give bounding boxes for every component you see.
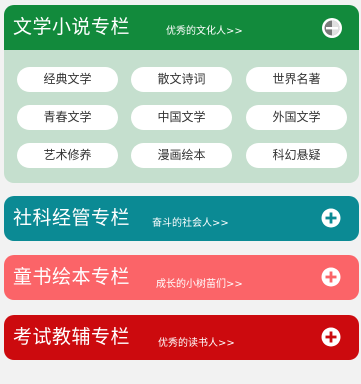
section-social-science[interactable]: 社科经管专栏 奋斗的社会人>> <box>4 196 359 241</box>
section-children-books[interactable]: 童书绘本专栏 成长的小树苗们>> <box>4 255 359 300</box>
section-header[interactable]: 文学小说专栏 优秀的文化人>> <box>4 5 359 50</box>
section-subtitle[interactable]: 优秀的读书人>> <box>158 321 235 360</box>
tag-item[interactable]: 外国文学 <box>246 105 347 130</box>
tag-item[interactable]: 经典文学 <box>17 67 118 92</box>
section-title: 考试教辅专栏 <box>13 326 131 348</box>
tag-item[interactable]: 艺术修养 <box>17 143 118 168</box>
plus-circle-icon[interactable] <box>321 208 341 228</box>
section-subtitle[interactable]: 成长的小树苗们>> <box>156 262 243 300</box>
tag-item[interactable]: 中国文学 <box>131 105 232 130</box>
tag-item[interactable]: 世界名著 <box>246 67 347 92</box>
collapse-icon[interactable] <box>321 17 342 38</box>
section-title: 童书绘本专栏 <box>13 266 131 288</box>
section-header[interactable]: 考试教辅专栏 优秀的读书人>> <box>4 315 359 360</box>
section-header[interactable]: 社科经管专栏 奋斗的社会人>> <box>4 196 359 241</box>
section-exam-tutoring[interactable]: 考试教辅专栏 优秀的读书人>> <box>4 315 359 360</box>
section-subtitle[interactable]: 优秀的文化人>> <box>166 9 243 54</box>
section-header[interactable]: 童书绘本专栏 成长的小树苗们>> <box>4 255 359 300</box>
section-literature: 文学小说专栏 优秀的文化人>> 经典文学 散文诗词 世界名著 青春文学 中国文学… <box>4 5 359 183</box>
tag-item[interactable]: 科幻悬疑 <box>246 143 347 168</box>
section-subtitle[interactable]: 奋斗的社会人>> <box>152 201 229 241</box>
tag-item[interactable]: 漫画绘本 <box>131 143 232 168</box>
plus-circle-icon[interactable] <box>321 327 341 347</box>
section-title: 社科经管专栏 <box>13 207 131 229</box>
tag-item[interactable]: 散文诗词 <box>131 67 232 92</box>
section-title: 文学小说专栏 <box>13 16 131 38</box>
tag-item[interactable]: 青春文学 <box>17 105 118 130</box>
plus-circle-icon[interactable] <box>321 267 341 287</box>
